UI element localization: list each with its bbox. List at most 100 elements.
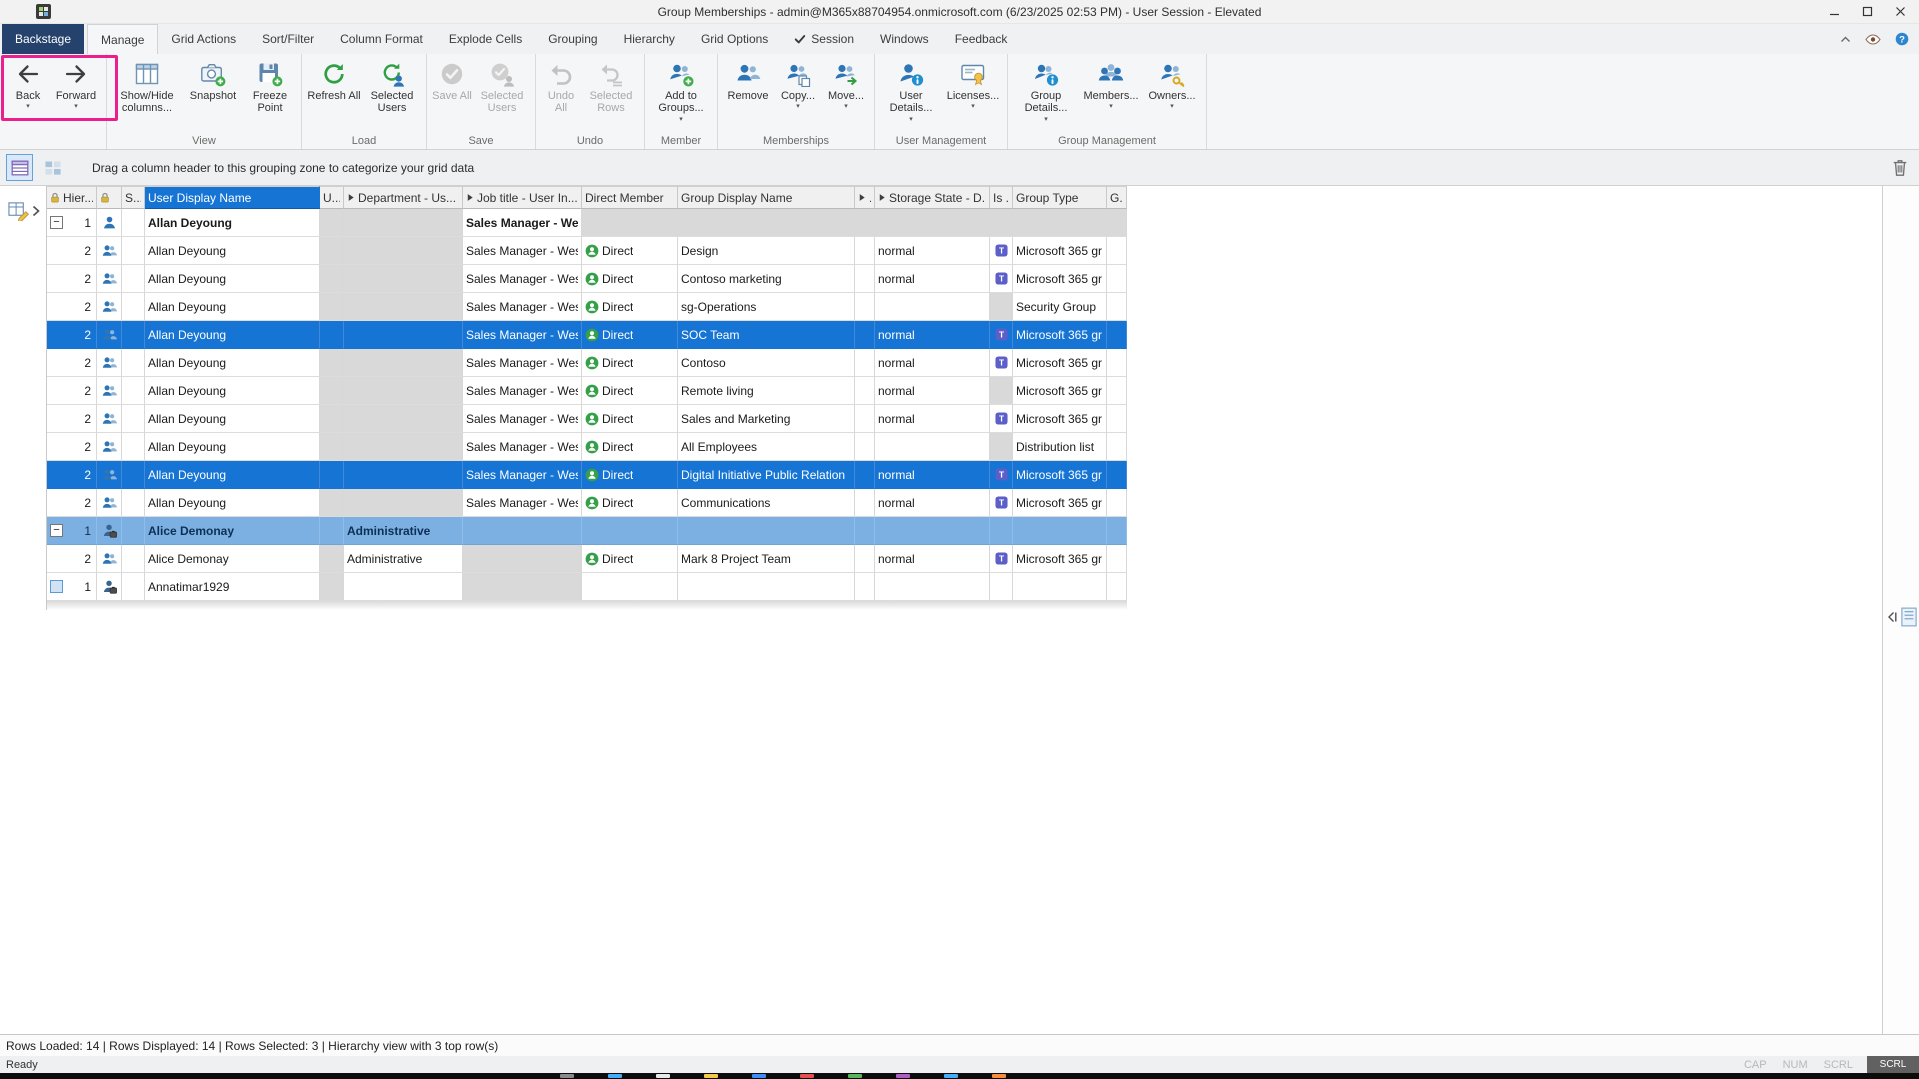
cell-u[interactable] — [320, 489, 344, 517]
maximize-button[interactable] — [1853, 1, 1882, 22]
cell-group[interactable]: sg-Operations — [678, 293, 855, 321]
cell-gtype[interactable] — [1013, 209, 1107, 237]
cell-gtype[interactable] — [1013, 517, 1107, 545]
cell-job[interactable]: Sales Manager - Wes — [463, 377, 582, 405]
cell-group[interactable]: Communications — [678, 489, 855, 517]
cell-s[interactable] — [122, 293, 145, 321]
cell-dept[interactable]: Administrative — [344, 545, 463, 573]
cell-dept[interactable]: Administrative — [344, 517, 463, 545]
cell-direct[interactable]: Direct — [582, 237, 678, 265]
cell-direct[interactable] — [582, 517, 678, 545]
cell-arrow[interactable] — [855, 237, 875, 265]
cell-name[interactable]: Allan Deyoung — [145, 209, 320, 237]
cell-u[interactable] — [320, 545, 344, 573]
cell-arrow[interactable] — [855, 293, 875, 321]
cell-u[interactable] — [320, 209, 344, 237]
collapse-panel-icon[interactable] — [1886, 611, 1898, 623]
cell-hier[interactable]: 2 — [47, 321, 97, 349]
cell-dept[interactable] — [344, 377, 463, 405]
cell-dept[interactable] — [344, 489, 463, 517]
cell-storage[interactable] — [875, 209, 990, 237]
cell-name[interactable]: Allan Deyoung — [145, 237, 320, 265]
cell-u[interactable] — [320, 461, 344, 489]
column-header-s[interactable]: S... — [122, 186, 145, 209]
cell-is[interactable] — [990, 377, 1013, 405]
grid-row[interactable]: −1Allan DeyoungSales Manager - We — [47, 209, 1127, 237]
cell-name[interactable]: Annatimar1929 — [145, 573, 320, 601]
grid-row[interactable]: 2Allan DeyoungSales Manager - WesDirectS… — [47, 405, 1127, 433]
cell-hier[interactable]: −1 — [47, 517, 97, 545]
grid-row[interactable]: 2Allan DeyoungSales Manager - WesDirectD… — [47, 237, 1127, 265]
cell-group[interactable]: Sales and Marketing — [678, 405, 855, 433]
cell-arrow[interactable] — [855, 489, 875, 517]
ribbon-button-copy[interactable]: Copy...▾ — [774, 58, 822, 112]
tab-feedback[interactable]: Feedback — [942, 24, 1021, 54]
cell-name[interactable]: Alice Demonay — [145, 545, 320, 573]
cell-is[interactable]: T — [990, 405, 1013, 433]
grid-row[interactable]: 1Annatimar1929 — [47, 573, 1127, 601]
cell-job[interactable] — [463, 517, 582, 545]
cell-u[interactable] — [320, 377, 344, 405]
cell-group[interactable]: Remote living — [678, 377, 855, 405]
collapse-button[interactable]: − — [50, 524, 63, 537]
ribbon-button-save-all[interactable]: Save All — [431, 58, 473, 104]
ribbon-button-user-details[interactable]: User Details...▾ — [879, 58, 943, 125]
ribbon-button-move[interactable]: Move...▾ — [822, 58, 870, 112]
help-icon[interactable]: ? — [1895, 32, 1909, 46]
cell-direct[interactable]: Direct — [582, 489, 678, 517]
view-toggle-cards[interactable] — [39, 154, 66, 181]
eye-icon[interactable] — [1865, 34, 1881, 45]
cell-dept[interactable] — [344, 349, 463, 377]
column-header-name[interactable]: User Display Name — [145, 186, 320, 209]
tab-grid-actions[interactable]: Grid Actions — [158, 24, 249, 54]
cell-group[interactable] — [678, 517, 855, 545]
cell-icon[interactable] — [97, 349, 122, 377]
column-header-gtype[interactable]: Group Type — [1013, 186, 1107, 209]
cell-g[interactable] — [1107, 433, 1127, 461]
cell-gtype[interactable]: Microsoft 365 gr — [1013, 377, 1107, 405]
cell-u[interactable] — [320, 293, 344, 321]
cell-is[interactable]: T — [990, 489, 1013, 517]
cell-g[interactable] — [1107, 377, 1127, 405]
minimize-button[interactable] — [1820, 1, 1849, 22]
cell-g[interactable] — [1107, 265, 1127, 293]
cell-dept[interactable] — [344, 293, 463, 321]
grid-row[interactable]: 2Alice DemonayAdministrativeDirectMark 8… — [47, 545, 1127, 573]
cell-gtype[interactable]: Microsoft 365 gr — [1013, 321, 1107, 349]
cell-direct[interactable]: Direct — [582, 433, 678, 461]
cell-is[interactable]: T — [990, 349, 1013, 377]
grid-row-selected[interactable]: 2Allan DeyoungSales Manager - WesDirectS… — [47, 321, 1127, 349]
cell-gtype[interactable]: Microsoft 365 gr — [1013, 489, 1107, 517]
cell-s[interactable] — [122, 405, 145, 433]
cell-storage[interactable]: normal — [875, 545, 990, 573]
cell-storage[interactable]: normal — [875, 265, 990, 293]
column-header-arrow[interactable]: ... — [855, 186, 875, 209]
row-selector[interactable] — [50, 580, 63, 593]
cell-dept[interactable] — [344, 209, 463, 237]
cell-name[interactable]: Alice Demonay — [145, 517, 320, 545]
tab-column-format[interactable]: Column Format — [327, 24, 436, 54]
ribbon-button-licenses[interactable]: Licenses...▾ — [943, 58, 1003, 112]
cell-g[interactable] — [1107, 321, 1127, 349]
cell-gtype[interactable]: Microsoft 365 gr — [1013, 461, 1107, 489]
cell-is[interactable]: T — [990, 265, 1013, 293]
cell-direct[interactable]: Direct — [582, 349, 678, 377]
cell-arrow[interactable] — [855, 377, 875, 405]
cell-icon[interactable] — [97, 265, 122, 293]
tab-hierarchy[interactable]: Hierarchy — [611, 24, 688, 54]
cell-job[interactable]: Sales Manager - We — [463, 209, 582, 237]
column-header-icon[interactable] — [97, 186, 122, 209]
cell-icon[interactable] — [97, 545, 122, 573]
cell-u[interactable] — [320, 573, 344, 601]
cell-hier[interactable]: 2 — [47, 433, 97, 461]
cell-hier[interactable]: 2 — [47, 265, 97, 293]
cell-name[interactable]: Allan Deyoung — [145, 265, 320, 293]
cell-job[interactable]: Sales Manager - Wes — [463, 321, 582, 349]
cell-hier[interactable]: 2 — [47, 349, 97, 377]
expand-gutter-icon[interactable] — [32, 205, 40, 217]
cell-g[interactable] — [1107, 237, 1127, 265]
cell-is[interactable] — [990, 209, 1013, 237]
ribbon-button-selected-users[interactable]: Selected Users — [362, 58, 422, 117]
dock-panel-tab-icon[interactable] — [1901, 607, 1917, 627]
cell-dept[interactable] — [344, 265, 463, 293]
